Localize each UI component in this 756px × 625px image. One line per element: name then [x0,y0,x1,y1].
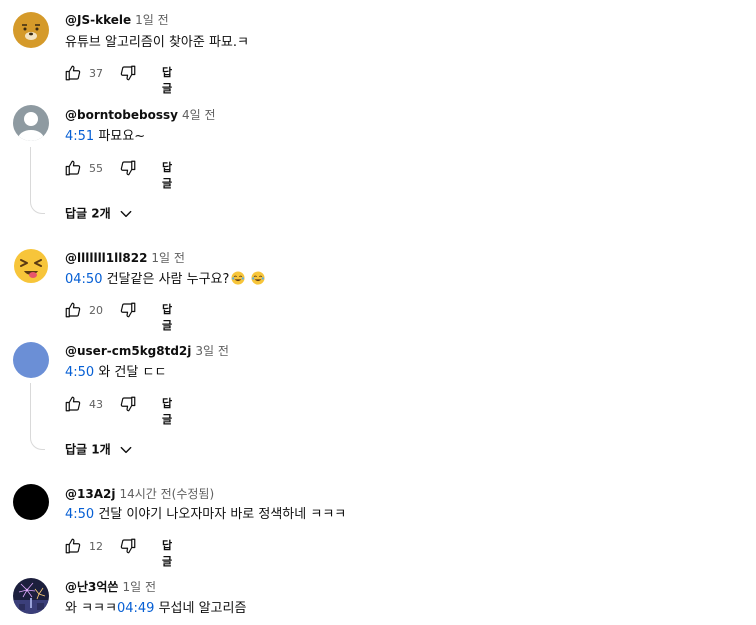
thumbs-up-icon [65,302,81,318]
comment-body: 유튜브 알고리즘이 찾아준 파묘.ㅋ [65,35,249,50]
black-circle-avatar-icon [13,484,49,520]
comment-author[interactable]: @user-cm5kg8td2j [65,344,191,358]
comment-body: 건달 이야기 나오자마자 바로 정색하네 ㅋㅋㅋ [94,507,347,522]
reply-button[interactable]: 답글 [162,538,172,570]
comment-body: 건달같은 사람 누구요? [102,272,230,287]
comment-text: 4:50 와 건달 ㄷㄷ [65,364,166,382]
avatar[interactable] [13,105,49,141]
comment-time[interactable]: 3일 전 [195,344,229,358]
comment-author[interactable]: @JS-kkele [65,13,131,27]
dislike-button[interactable] [119,64,137,82]
comment-author[interactable]: @lllllll1ll822 [65,251,147,265]
like-count: 55 [89,162,103,175]
comment-text: 유튜브 알고리즘이 찾아준 파묘.ㅋ [65,34,249,52]
reply-thread-line [30,147,45,214]
thumbs-up-icon [65,396,81,412]
avatar[interactable] [13,578,49,614]
comment-author[interactable]: @난3억쓴 [65,580,118,594]
replies-count-label: 답글 2개 [65,206,111,221]
comment-author[interactable]: @borntobebossy [65,108,178,122]
avatar[interactable] [13,484,49,520]
video-timestamp-link[interactable]: 04:50 [65,272,102,287]
show-replies-button[interactable]: 답글 2개 [65,203,133,223]
comment-body: 와 ㅋㅋㅋ [65,601,117,616]
squinting-face-emoji-icon [13,248,49,284]
comment-text: 04:50 건달같은 사람 누구요? [65,271,265,289]
avatar[interactable] [13,248,49,284]
reply-button[interactable]: 답글 [162,160,172,192]
like-count: 12 [89,540,103,553]
comment-time[interactable]: 1일 전 [135,13,169,27]
like-button[interactable] [64,395,82,413]
comment-author[interactable]: @13A2j [65,487,115,501]
like-count: 43 [89,398,103,411]
thumbs-down-icon [120,396,136,412]
dislike-button[interactable] [119,537,137,555]
comment-header: @13A2j 14시간 전(수정됨) [65,486,214,502]
comment-header: @borntobebossy 4일 전 [65,107,215,123]
comment-header: @lllllll1ll822 1일 전 [65,250,185,266]
comment-header: @user-cm5kg8td2j 3일 전 [65,343,229,359]
tears-of-joy-emoji-icon [251,271,265,285]
like-count: 20 [89,304,103,317]
like-button[interactable] [64,64,82,82]
fireworks-photo-avatar-icon [13,578,49,614]
comment-header: @JS-kkele 1일 전 [65,12,169,28]
reply-thread-line [30,383,45,450]
thumbs-up-icon [65,65,81,81]
cartoon-bear-avatar-icon [13,12,49,48]
chevron-down-icon [120,210,132,217]
thumbs-up-icon [65,538,81,554]
comment-header: @난3억쓴 1일 전 [65,579,156,595]
show-replies-button[interactable]: 답글 1개 [65,439,133,459]
comment-time[interactable]: 1일 전 [151,251,185,265]
chevron-down-icon [120,446,132,453]
like-button[interactable] [64,301,82,319]
comment-time[interactable]: 1일 전 [122,580,156,594]
comment-time[interactable]: 4일 전 [182,108,216,122]
dislike-button[interactable] [119,159,137,177]
dislike-button[interactable] [119,301,137,319]
reply-button[interactable]: 답글 [162,65,172,97]
video-timestamp-link[interactable]: 4:50 [65,365,94,380]
comment-body: 와 건달 ㄷㄷ [94,365,167,380]
video-timestamp-link[interactable]: 4:51 [65,129,94,144]
like-button[interactable] [64,159,82,177]
default-user-avatar-icon [13,105,49,141]
avatar[interactable] [13,342,49,378]
comment-text: 4:50 건달 이야기 나오자마자 바로 정색하네 ㅋㅋㅋ [65,506,346,524]
thumbs-down-icon [120,538,136,554]
thumbs-down-icon [120,160,136,176]
thumbs-up-icon [65,160,81,176]
blue-circle-avatar-icon [13,342,49,378]
thumbs-down-icon [120,302,136,318]
video-timestamp-link[interactable]: 4:50 [65,507,94,522]
thumbs-down-icon [120,65,136,81]
video-timestamp-link[interactable]: 04:49 [117,601,154,616]
avatar[interactable] [13,12,49,48]
like-count: 37 [89,67,103,80]
dislike-button[interactable] [119,395,137,413]
tears-of-joy-emoji-icon [231,271,245,285]
comment-body-continued: 무섭네 알고리즘 [154,601,247,616]
reply-button[interactable]: 답글 [162,396,172,428]
comment-time[interactable]: 14시간 전(수정됨) [119,487,214,501]
comment-text: 와 ㅋㅋㅋ04:49 무섭네 알고리즘 [65,600,246,618]
comment-text: 4:51 파묘요~ [65,128,145,146]
replies-count-label: 답글 1개 [65,442,111,457]
like-button[interactable] [64,537,82,555]
comment-body: 파묘요~ [94,129,146,144]
reply-button[interactable]: 답글 [162,302,172,334]
